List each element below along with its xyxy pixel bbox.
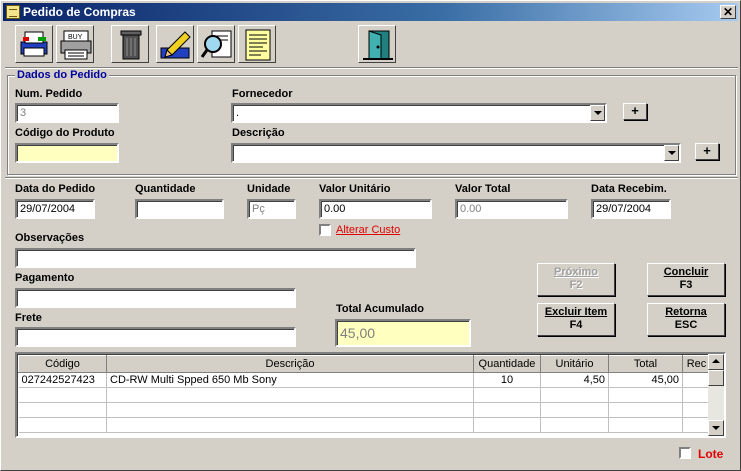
retorna-button[interactable]: Retorna ESC — [647, 303, 725, 336]
report-button[interactable] — [238, 25, 276, 63]
table-row[interactable]: 027242527423 CD-RW Multi Spped 650 Mb So… — [18, 372, 711, 388]
cell-rec — [682, 372, 711, 388]
scroll-down-button[interactable] — [708, 420, 724, 436]
lote-label: Lote — [698, 447, 724, 461]
pagamento-field[interactable] — [15, 288, 296, 308]
edit-pencil-icon — [160, 31, 191, 59]
observacoes-field[interactable] — [15, 248, 416, 268]
trash-icon — [120, 30, 142, 60]
data-recebim-label: Data Recebim. — [591, 183, 667, 195]
items-table: Código Descrição Quantidade Unitário Tot… — [18, 355, 711, 433]
valor-unitario-field[interactable]: 0.00 — [319, 199, 432, 219]
edit-button[interactable] — [156, 25, 194, 63]
col-quantidade-header[interactable]: Quantidade — [473, 355, 541, 373]
scroll-up-button[interactable] — [708, 354, 724, 370]
total-acumulado-field: 45,00 — [335, 319, 471, 347]
exit-button[interactable] — [358, 25, 396, 63]
valor-total-label: Valor Total — [455, 183, 511, 195]
proximo-key: F2 — [569, 279, 583, 291]
quantidade-label: Quantidade — [135, 183, 196, 195]
col-rec-header[interactable]: Rec — [682, 355, 711, 373]
app-notepad-icon — [6, 5, 20, 19]
descricao-select[interactable] — [231, 143, 681, 163]
data-recebim-field[interactable]: 29/07/2004 — [591, 199, 671, 219]
num-pedido-field[interactable]: 3 — [15, 103, 119, 123]
concluir-label: Concluir — [663, 266, 709, 278]
buy-printer-icon: BUY — [60, 30, 92, 60]
table-row-empty — [18, 387, 711, 403]
notepad-icon — [245, 29, 271, 61]
descricao-dropdown-button[interactable] — [664, 145, 679, 161]
search-button[interactable] — [197, 25, 235, 63]
excluir-item-key: F4 — [569, 319, 583, 331]
cell-quantidade: 10 — [473, 372, 541, 388]
buy-button[interactable]: BUY — [56, 25, 94, 63]
cell-codigo: 027242527423 — [18, 372, 107, 388]
exit-door-icon — [363, 30, 393, 60]
frete-field[interactable] — [15, 327, 296, 347]
observacoes-label: Observações — [15, 232, 85, 244]
excluir-item-button[interactable]: Excluir Item F4 — [537, 303, 615, 336]
unidade-field[interactable]: Pç — [247, 199, 296, 219]
add-fornecedor-button[interactable]: + — [623, 103, 647, 120]
pagamento-label: Pagamento — [15, 272, 75, 284]
lote-checkbox[interactable] — [679, 447, 691, 459]
data-pedido-label: Data do Pedido — [15, 183, 96, 195]
fornecedor-dropdown-button[interactable] — [590, 105, 605, 121]
close-button[interactable]: ✕ — [720, 5, 736, 19]
num-pedido-label: Num. Pedido — [15, 88, 83, 100]
codigo-produto-field[interactable] — [15, 143, 119, 163]
title-bar: Pedido de Compras ✕ — [3, 3, 738, 21]
table-row-empty — [18, 402, 711, 418]
quantidade-field[interactable] — [135, 199, 224, 219]
descricao-label: Descrição — [232, 127, 285, 139]
delete-button[interactable] — [111, 25, 149, 63]
table-row-empty — [18, 417, 711, 433]
retorna-key: ESC — [674, 319, 698, 331]
items-grid[interactable]: Código Descrição Quantidade Unitário Tot… — [15, 352, 726, 438]
codigo-produto-label: Código do Produto — [15, 127, 115, 139]
svg-text:BUY: BUY — [68, 34, 83, 41]
scroll-thumb[interactable] — [708, 370, 724, 386]
print-button[interactable] — [15, 25, 53, 63]
alterar-custo-checkbox[interactable] — [319, 224, 331, 236]
col-descricao-header[interactable]: Descrição — [106, 355, 474, 373]
concluir-button[interactable]: Concluir F3 — [647, 263, 725, 296]
cell-unitario: 4,50 — [540, 372, 609, 388]
valor-total-field[interactable]: 0.00 — [455, 199, 568, 219]
total-acumulado-label: Total Acumulado — [336, 303, 424, 315]
frete-label: Frete — [15, 312, 42, 324]
grid-vertical-scrollbar[interactable] — [708, 354, 724, 436]
excluir-item-label: Excluir Item — [544, 306, 608, 318]
magnifier-search-icon — [200, 30, 232, 58]
cell-descricao: CD-RW Multi Spped 650 Mb Sony — [106, 372, 474, 388]
unidade-label: Unidade — [247, 183, 291, 195]
printer-icon — [20, 31, 48, 57]
col-codigo-header[interactable]: Código — [18, 355, 107, 373]
col-total-header[interactable]: Total — [608, 355, 683, 373]
add-produto-button[interactable]: + — [695, 143, 719, 160]
valor-unitario-label: Valor Unitário — [319, 183, 391, 195]
retorna-label: Retorna — [665, 306, 707, 318]
proximo-button[interactable]: Próximo F2 — [537, 263, 615, 296]
concluir-key: F3 — [679, 279, 693, 291]
cell-total: 45,00 — [608, 372, 683, 388]
window-title: Pedido de Compras — [23, 5, 136, 19]
section-separator — [5, 177, 738, 179]
data-pedido-field[interactable]: 29/07/2004 — [15, 199, 95, 219]
fornecedor-select[interactable]: . — [231, 103, 607, 123]
alterar-custo-label[interactable]: Alterar Custo — [336, 224, 400, 236]
col-unitario-header[interactable]: Unitário — [540, 355, 609, 373]
proximo-label: Próximo — [553, 266, 598, 278]
dados-pedido-title: Dados do Pedido — [15, 69, 109, 81]
pedido-compras-window: Pedido de Compras ✕ BUY Dados do Pedido … — [0, 0, 741, 471]
fornecedor-value: . — [236, 107, 240, 119]
fornecedor-label: Fornecedor — [232, 88, 293, 100]
toolbar-separator — [5, 67, 738, 69]
